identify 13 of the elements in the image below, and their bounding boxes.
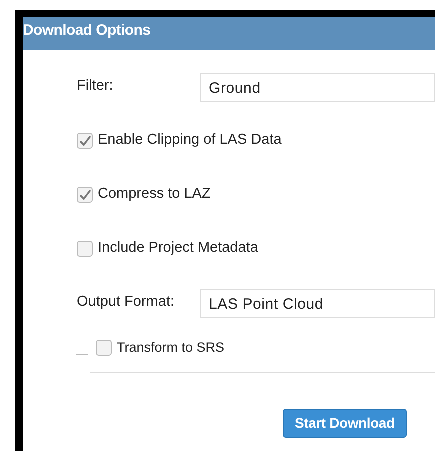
field-label: Filter: [77, 77, 114, 96]
checkbox[interactable] [77, 133, 93, 149]
select-field[interactable]: Ground [200, 72, 435, 102]
window-title: Download Options [23, 22, 151, 39]
checkbox[interactable] [96, 340, 112, 356]
select-field[interactable]: LAS Point Cloud [200, 288, 435, 318]
checkbox[interactable] [77, 187, 93, 203]
checkbox-label: Compress to LAZ [98, 185, 211, 204]
checkbox-label: Include Project Metadata [98, 239, 258, 258]
checkbox-label: Transform to SRS [117, 338, 225, 357]
checkbox-label: Enable Clipping of LAS Data [98, 131, 282, 150]
checkbox[interactable] [77, 241, 93, 257]
field-label: Output Format: [77, 293, 176, 312]
